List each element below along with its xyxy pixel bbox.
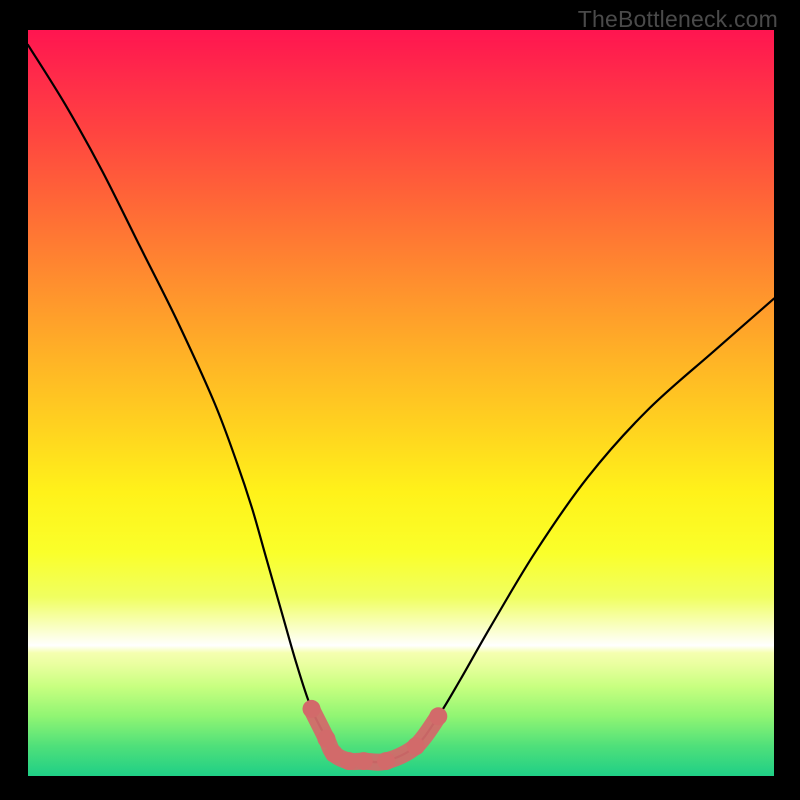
curve-layer: [28, 30, 774, 776]
marker-dot: [303, 700, 321, 718]
marker-dot: [429, 707, 447, 725]
marker-dot: [407, 737, 425, 755]
marker-dot: [355, 752, 373, 770]
marker-dot: [377, 752, 395, 770]
plot-area: [28, 30, 774, 776]
watermark-text: TheBottleneck.com: [578, 6, 778, 33]
bottleneck-curve: [28, 45, 774, 762]
minimum-region-markers: [303, 700, 448, 770]
chart-frame: TheBottleneck.com: [0, 0, 800, 800]
